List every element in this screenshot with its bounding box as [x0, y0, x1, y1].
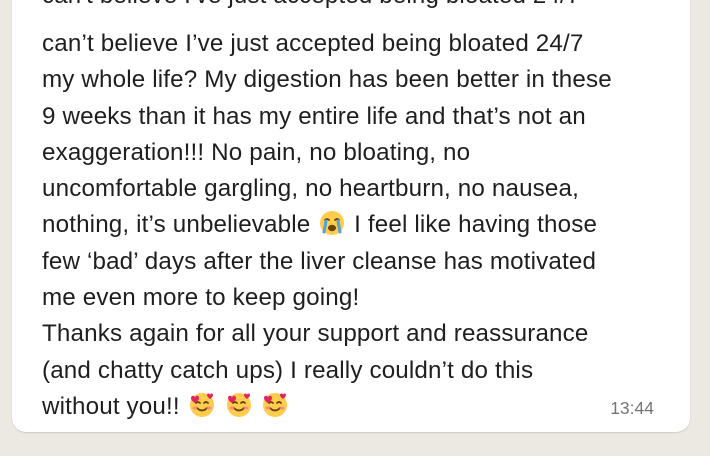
loudly-crying-face-icon	[319, 210, 345, 236]
smiling-face-with-hearts-icon	[262, 392, 288, 418]
cut-off-text-line: can't believe I've just accepted being b…	[42, 0, 580, 10]
message-line-with-emoji: without you!!	[42, 389, 692, 425]
message-line-with-emoji: nothing, it’s unbelievable I feel like h…	[42, 207, 692, 243]
message-line: uncomfortable gargling, no heartburn, no…	[42, 175, 579, 203]
message-line: 9 weeks than it has my entire life and t…	[42, 102, 586, 130]
message-fragment: I feel like having those	[354, 211, 598, 239]
smiling-face-with-hearts-icon	[189, 392, 215, 418]
message-line: my whole life? My digestion has been bet…	[42, 66, 612, 94]
message-line: few ‘bad’ days after the liver cleanse h…	[42, 247, 597, 275]
message-bubble[interactable]: can't believe I've just accepted being b…	[12, 0, 690, 432]
cut-off-text: can't believe I've just accepted being b…	[42, 0, 580, 9]
message-text: can’t believe I’ve just accepted being b…	[42, 26, 692, 425]
message-line: me even more to keep going!	[42, 284, 360, 312]
message-line: Thanks again for all your support and re…	[42, 320, 589, 348]
smiling-face-with-hearts-icon	[226, 392, 252, 418]
message-line: exaggeration!!! No pain, no bloating, no	[42, 138, 471, 166]
message-fragment: without you!!	[42, 392, 180, 420]
message-timestamp: 13:44	[610, 398, 654, 418]
message-line: can’t believe I’ve just accepted being b…	[42, 30, 584, 57]
message-line: (and chatty catch ups) I really couldn’t…	[42, 356, 534, 384]
message-fragment: nothing, it’s unbelievable	[42, 211, 311, 239]
